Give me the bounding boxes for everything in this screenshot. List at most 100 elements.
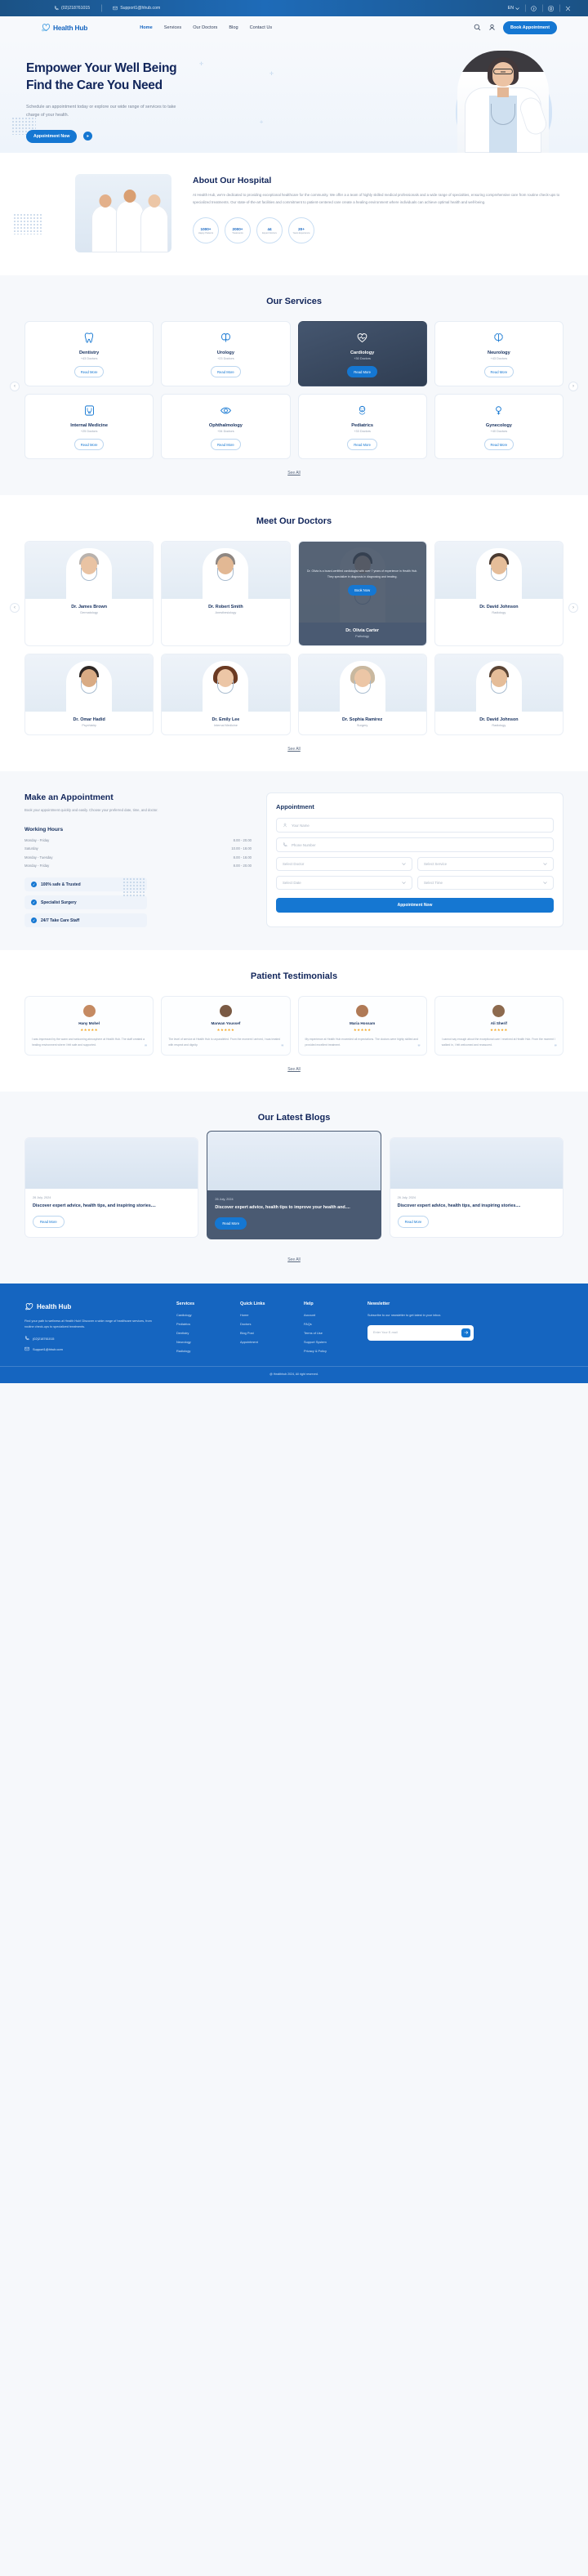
service-read-more-button[interactable]: Read More [211,366,241,377]
footer-link[interactable]: Dentistry [176,1331,225,1335]
service-read-more-button[interactable]: Read More [74,439,105,450]
blog-card[interactable]: 26 July, 2024 Discover expert advice, he… [24,1136,199,1239]
footer-link[interactable]: Neurology [176,1340,225,1344]
services-next-button[interactable]: › [568,382,578,391]
service-card-cardiology[interactable]: Cardiology +30 Doctors Read More [297,321,427,386]
footer-link[interactable]: Pediatrics [176,1322,225,1326]
working-hours-title: Working Hours [24,826,64,833]
service-card-neurology[interactable]: Neurology +43 Doctors Read More [434,321,564,386]
footer-link[interactable]: Doctors [240,1322,289,1326]
facebook-link[interactable] [525,5,542,11]
footer-logo[interactable]: Health Hub [24,1301,162,1311]
nav-link-blog[interactable]: Blog [229,25,238,30]
service-card-dentistry[interactable]: Dentistry +43 Doctors Read More [24,321,154,386]
service-doctor-count: +34 Doctors [217,430,234,433]
doctor-specialty: Dermatology [80,611,98,614]
search-icon[interactable] [474,24,481,31]
topbar-phone[interactable]: (02)218761015 [42,6,101,11]
stat-happy-patients: 1000+ Happy Patients [193,217,219,244]
testimonials-see-all-link[interactable]: See All [0,1067,588,1072]
book-appointment-button[interactable]: Book Appointment [502,20,557,34]
topbar-email[interactable]: Support1@hhub.com [101,6,172,11]
language-selector[interactable]: EN [502,6,525,11]
date-time-row: Select Date Select Time [276,876,554,890]
doctors-next-button[interactable]: › [568,603,578,613]
services-see-all-link[interactable]: See All [0,471,588,475]
play-video-button[interactable] [83,132,93,141]
footer-link[interactable]: FAQs [304,1322,353,1326]
doctor-card[interactable]: Dr. James Brown Dermatology [24,541,154,646]
nav-link-our-doctors[interactable]: Our Doctors [193,25,217,30]
blog-card[interactable]: 26 July, 2024 Discover expert advice, he… [389,1136,564,1239]
footer-link[interactable]: Support System [304,1340,353,1344]
phone-field[interactable]: Phone Number [276,837,554,852]
baby-icon [355,404,369,417]
doctor-name: Dr. Omar Hadid [73,717,105,722]
service-card-gynecology[interactable]: Gynecology +40 Doctors Read More [434,394,564,459]
hours-day: Monday - Friday [24,863,50,868]
footer-link[interactable]: Account [304,1313,353,1317]
nav-link-contact-us[interactable]: Contact Us [250,25,273,30]
mail-icon [113,6,118,11]
service-select[interactable]: Select Service [417,857,554,871]
footer-link[interactable]: Terms of Use [304,1331,353,1335]
x-twitter-link[interactable] [559,6,577,11]
name-field[interactable]: Your Name [276,818,554,833]
doctor-card[interactable]: Dr. Robert Smith Anesthesiology [161,541,291,646]
brand-logo[interactable]: Health Hub [41,22,87,33]
blog-read-more-button[interactable]: Read More [215,1217,247,1230]
newsletter-email-input[interactable]: Enter Your E-mail [368,1324,474,1341]
time-select-value: Select Time [424,881,443,885]
send-icon[interactable] [461,1328,470,1337]
footer-link[interactable]: Radiology [176,1349,225,1353]
service-read-more-button[interactable]: Read More [483,366,514,377]
date-select[interactable]: Select Date [276,876,412,890]
doctor-book-now-button[interactable]: Book Now [348,584,377,596]
doctor-card[interactable]: Dr. Omar Hadid Psychiatry [24,654,154,735]
user-icon[interactable] [488,24,496,31]
service-card-internal-medicine[interactable]: Internal Medicine +25 Doctors Read More [24,394,154,459]
doctor-card[interactable]: Dr. Sophia Ramirez Surgery [297,654,427,735]
appointment-submit-button[interactable]: Appointment Now [276,898,554,913]
stat-number: 2000+ [232,226,243,231]
service-read-more-button[interactable]: Read More [483,439,514,450]
footer-phone[interactable]: (02)218761015 [24,1336,162,1341]
nav-link-services[interactable]: Services [164,25,181,30]
service-read-more-button[interactable]: Read More [347,366,377,377]
blog-title: Discover expert advice, health tips to i… [215,1204,350,1210]
footer-link[interactable]: Home [240,1313,289,1317]
blog-card-featured[interactable]: 26 July, 2024 Discover expert advice, he… [207,1130,381,1240]
hero-appointment-button[interactable]: Appointment Now [26,129,78,143]
doctors-prev-button[interactable]: ‹ [10,603,20,613]
blogs-see-all-link[interactable]: See All [0,1257,588,1262]
services-prev-button[interactable]: ‹ [10,382,20,391]
footer-column-services: Services Cardiology Pediatrics Dentistry… [176,1301,225,1358]
service-doctor-count: +33 Doctors [354,430,371,433]
service-read-more-button[interactable]: Read More [211,439,241,450]
service-read-more-button[interactable]: Read More [74,366,105,377]
doctor-select[interactable]: Select Doctor [276,857,412,871]
footer-link[interactable]: Cardiology [176,1313,225,1317]
blog-read-more-button[interactable]: Read More [397,1216,430,1229]
service-card-ophthalmology[interactable]: Ophthalmology +34 Doctors Read More [161,394,291,459]
nav-link-home[interactable]: Home [140,25,153,30]
service-card-urology[interactable]: Urology +23 Doctors Read More [161,321,291,386]
doctor-card[interactable]: Dr. David Johnson Radiology [434,654,564,735]
time-select[interactable]: Select Time [417,876,554,890]
chevron-down-icon [402,862,406,866]
doctor-card-featured[interactable]: Dr. Olivia is a board-certified cardiolo… [297,541,427,646]
doctors-see-all-link[interactable]: See All [0,747,588,752]
footer-link[interactable]: Appointment [240,1340,289,1344]
doctor-card[interactable]: Dr. Emily Lee Internal Medicine [161,654,291,735]
service-read-more-button[interactable]: Read More [347,439,377,450]
blog-read-more-button[interactable]: Read More [33,1216,65,1229]
services-section: Our Services ‹ › Dentistry +43 Doctors R… [0,275,588,495]
doctor-card[interactable]: Dr. David Johnson Radiology [434,541,564,646]
footer-link[interactable]: Blog Post [240,1331,289,1335]
plus-decoration-icon: ✛ [270,72,274,77]
instagram-link[interactable] [542,5,559,11]
footer-email[interactable]: Support1@hhub.com [24,1346,162,1351]
service-name: Neurology [488,350,510,355]
service-card-pediatrics[interactable]: Pediatrics +33 Doctors Read More [297,394,427,459]
footer-link[interactable]: Privacy & Policy [304,1349,353,1353]
